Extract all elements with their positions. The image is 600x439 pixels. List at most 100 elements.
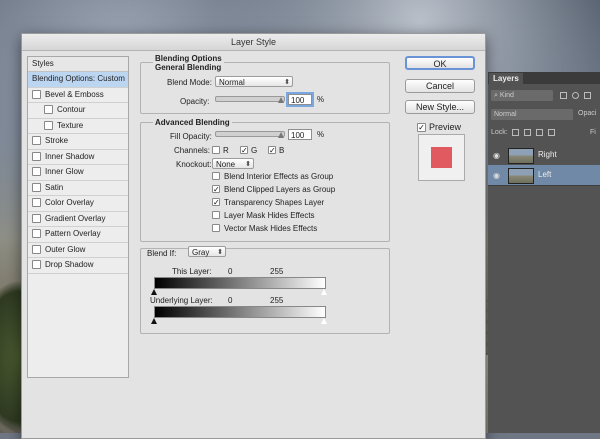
advanced-option-label: Transparency Shapes Layer <box>224 198 325 207</box>
fill-opacity-label: Fill Opacity: <box>170 132 212 141</box>
style-checkbox[interactable] <box>44 120 53 130</box>
fill-opacity-unit: % <box>317 130 325 139</box>
style-item[interactable]: Outer Glow <box>28 243 128 258</box>
underlying-layer-max: 255 <box>270 296 284 305</box>
style-checkbox[interactable] <box>32 260 41 270</box>
knockout-value: None <box>216 160 236 169</box>
blend-if-select[interactable]: Gray ⬍ <box>188 246 226 257</box>
style-checkbox[interactable] <box>32 244 41 254</box>
style-item-label: Outer Glow <box>45 244 86 254</box>
style-item-label: Inner Shadow <box>45 151 95 161</box>
style-checkbox[interactable] <box>32 89 41 99</box>
blending-options-title: Blending Options <box>153 54 224 63</box>
blend-mode-value: Normal <box>219 78 245 87</box>
lock-transparency-icon[interactable] <box>512 129 519 136</box>
style-checkbox[interactable] <box>32 167 41 177</box>
opacity-slider[interactable] <box>215 96 285 102</box>
eye-icon[interactable]: ◉ <box>493 151 500 160</box>
fill-opacity-slider-thumb[interactable] <box>278 132 284 138</box>
style-item-label: Texture <box>57 120 84 130</box>
opacity-slider-thumb[interactable] <box>278 97 284 103</box>
style-checkbox[interactable] <box>44 105 53 115</box>
style-item-label: Drop Shadow <box>45 260 94 269</box>
channels-label: Channels: <box>174 146 211 155</box>
this-layer-black-slider[interactable] <box>151 289 157 295</box>
updown-arrow-icon: ⬍ <box>217 249 223 256</box>
eye-icon[interactable]: ◉ <box>493 171 500 180</box>
style-item[interactable]: Satin <box>28 181 128 196</box>
styles-header[interactable]: Styles <box>28 57 128 72</box>
tab-layers[interactable]: Layers <box>489 73 523 84</box>
kind-filter-select[interactable]: ⌕ Kind <box>491 90 553 101</box>
this-layer-white-slider[interactable] <box>321 289 327 295</box>
style-item[interactable]: Drop Shadow <box>28 258 128 274</box>
style-item[interactable]: Gradient Overlay <box>28 212 128 227</box>
style-item[interactable]: Color Overlay <box>28 196 128 212</box>
lock-position-icon[interactable] <box>536 129 543 136</box>
blend-if-value: Gray <box>192 248 210 257</box>
blend-mode-select-layers[interactable]: Normal <box>491 109 573 120</box>
layer-row[interactable]: ◉ Left <box>488 165 600 186</box>
advanced-option-label: Vector Mask Hides Effects <box>224 224 318 233</box>
lock-image-icon[interactable] <box>524 129 531 136</box>
advanced-option-checkbox[interactable]: ✓ <box>212 185 220 194</box>
lock-label: Lock: <box>491 129 508 136</box>
preview-checkbox[interactable]: ✓ <box>417 123 426 132</box>
this-layer-max: 255 <box>270 267 284 276</box>
fill-opacity-slider[interactable] <box>215 131 285 137</box>
style-item-label: Inner Glow <box>45 167 84 176</box>
opacity-label: Opacity: <box>180 97 210 106</box>
underlying-white-slider[interactable] <box>321 318 327 324</box>
style-item[interactable]: Stroke <box>28 134 128 150</box>
advanced-option-checkbox[interactable] <box>212 224 220 232</box>
style-item[interactable]: Blending Options: Custom <box>28 72 128 88</box>
underlying-layer-gradient <box>154 306 326 318</box>
adjustment-filter-icon[interactable] <box>572 92 579 99</box>
advanced-option-checkbox[interactable]: ✓ <box>212 198 220 207</box>
style-checkbox[interactable] <box>32 151 41 161</box>
layer-thumbnail <box>508 168 534 184</box>
advanced-option-label: Blend Clipped Layers as Group <box>224 185 336 194</box>
underlying-black-slider[interactable] <box>151 318 157 324</box>
ok-button[interactable]: OK <box>405 56 475 70</box>
style-item[interactable]: Contour <box>28 103 128 119</box>
knockout-label: Knockout: <box>176 160 212 169</box>
dialog-title[interactable]: Layer Style <box>22 34 485 51</box>
type-filter-icon[interactable] <box>584 92 591 99</box>
style-item-label: Color Overlay <box>45 198 94 207</box>
layer-row[interactable]: ◉ Right <box>488 145 600 166</box>
blend-mode-label: Blend Mode: <box>167 78 212 87</box>
layer-style-dialog: Layer Style Styles Blending Options: Cus… <box>21 33 486 439</box>
channel-g-checkbox[interactable]: ✓ <box>240 146 248 155</box>
channel-r-checkbox[interactable] <box>212 146 220 154</box>
pixel-filter-icon[interactable] <box>560 92 567 99</box>
advanced-blending-title: Advanced Blending <box>153 118 232 127</box>
style-checkbox[interactable] <box>32 198 41 208</box>
style-item-label: Blending Options: Custom <box>32 74 125 83</box>
blend-if-label: Blend If: <box>147 249 177 258</box>
fill-opacity-input[interactable]: 100 <box>288 129 312 140</box>
style-checkbox[interactable] <box>32 229 41 239</box>
knockout-select[interactable]: None ⬍ <box>212 158 254 169</box>
style-item[interactable]: Inner Glow <box>28 165 128 181</box>
fill-label: Fi <box>590 129 596 136</box>
advanced-option-checkbox[interactable] <box>212 211 220 219</box>
style-item[interactable]: Pattern Overlay <box>28 227 128 243</box>
channel-b-checkbox[interactable]: ✓ <box>268 146 276 155</box>
style-item[interactable]: Inner Shadow <box>28 150 128 165</box>
opacity-input[interactable]: 100 <box>288 94 312 105</box>
style-checkbox[interactable] <box>32 213 41 223</box>
style-checkbox[interactable] <box>32 136 41 146</box>
advanced-option-label: Blend Interior Effects as Group <box>224 172 334 181</box>
general-blending-group: Blending Options General Blending <box>140 54 390 114</box>
new-style-button[interactable]: New Style... <box>405 100 475 114</box>
style-item[interactable]: Texture <box>28 119 128 134</box>
layer-name: Right <box>538 150 557 159</box>
preview-label: Preview <box>429 122 462 132</box>
style-checkbox[interactable] <box>32 182 41 192</box>
cancel-button[interactable]: Cancel <box>405 79 475 93</box>
advanced-option-checkbox[interactable] <box>212 172 220 180</box>
style-item[interactable]: Bevel & Emboss <box>28 88 128 103</box>
lock-all-icon[interactable] <box>548 129 555 136</box>
blend-mode-select[interactable]: Normal ⬍ <box>215 76 293 87</box>
